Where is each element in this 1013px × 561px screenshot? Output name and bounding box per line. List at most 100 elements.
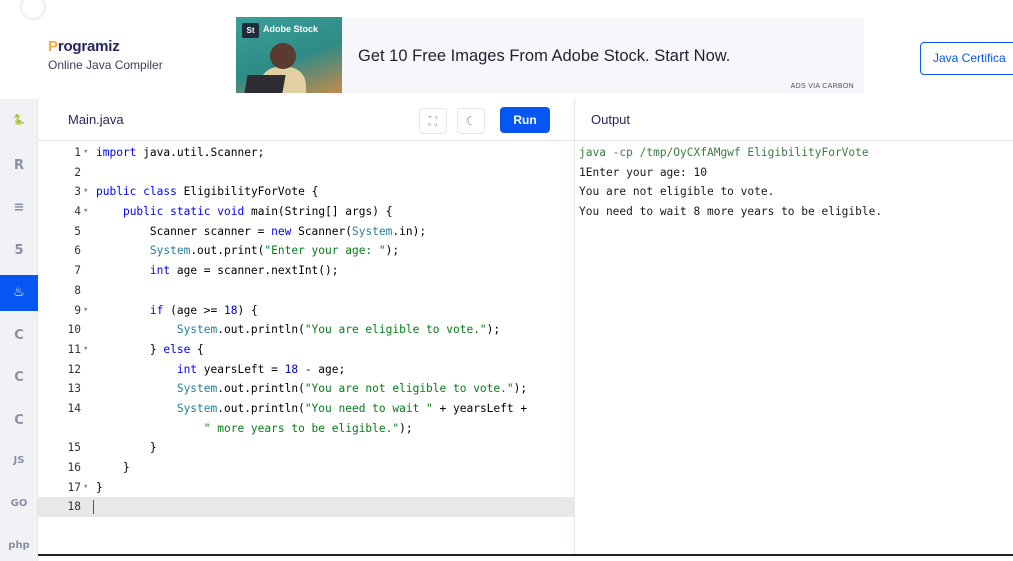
language-cpp[interactable]: C	[0, 360, 38, 396]
fold-toggle-icon[interactable]: ▾	[83, 301, 88, 321]
python-icon: 🐍	[12, 115, 26, 126]
language-csharp[interactable]: C	[0, 403, 38, 439]
code-text[interactable]: }	[96, 478, 103, 498]
code-text[interactable]: int yearsLeft = 18 - age;	[96, 360, 345, 380]
ad-banner[interactable]: St Adobe Stock Get 10 Free Images From A…	[236, 17, 864, 93]
code-line[interactable]: 7 int age = scanner.nextInt();	[38, 261, 574, 281]
brand[interactable]: Programiz Online Java Compiler	[48, 38, 163, 72]
code-line[interactable]: 6 System.out.print("Enter your age: ");	[38, 241, 574, 261]
line-number: 10	[67, 323, 81, 337]
fold-toggle-icon[interactable]: ▾	[83, 340, 88, 360]
code-line[interactable]: 2	[38, 163, 574, 183]
language-php[interactable]: php	[0, 530, 38, 561]
go-icon: GO	[10, 497, 28, 509]
pane-divider[interactable]	[574, 99, 575, 555]
code-line[interactable]: 14 System.out.println("You need to wait …	[38, 399, 574, 419]
output-label: Output	[591, 112, 631, 127]
code-text[interactable]: } else {	[96, 340, 204, 360]
language-sql[interactable]: ≡	[0, 190, 38, 226]
code-line[interactable]: 10 System.out.println("You are eligible …	[38, 320, 574, 340]
line-number: 18	[67, 500, 81, 514]
code-line[interactable]: 11 ▾ } else {	[38, 340, 574, 360]
ad-brand-label: Adobe Stock	[263, 24, 319, 34]
c-icon: C	[14, 327, 24, 343]
code-line[interactable]: 8	[38, 281, 574, 301]
editor-tabbar: Main.java ⛶ ☾ Run	[38, 99, 574, 141]
code-line[interactable]: 16 }	[38, 458, 574, 478]
code-text[interactable]: if (age >= 18) {	[96, 301, 258, 321]
line-number: 13	[67, 382, 81, 396]
output-header: Output	[575, 99, 1013, 141]
certification-button[interactable]: Java Certifica	[920, 42, 1013, 75]
faded-logo-icon	[20, 0, 46, 20]
code-line[interactable]: 18	[38, 497, 574, 518]
language-c[interactable]: C	[0, 318, 38, 354]
line-number: 6	[74, 244, 81, 258]
line-number: 7	[74, 264, 81, 278]
language-r[interactable]: R	[0, 148, 38, 184]
ad-image[interactable]: St Adobe Stock	[236, 17, 342, 93]
php-icon: php	[8, 540, 30, 551]
brand-name: Programiz	[48, 38, 120, 55]
code-text[interactable]: import java.util.Scanner;	[96, 143, 264, 163]
code-line[interactable]: 15 }	[38, 438, 574, 458]
line-number: 14	[67, 401, 81, 415]
code-text[interactable]: " more years to be eligible.");	[96, 419, 413, 439]
code-line[interactable]: 13 System.out.println("You are not eligi…	[38, 379, 574, 399]
language-python[interactable]: 🐍	[0, 105, 38, 141]
code-text[interactable]: }	[96, 458, 130, 478]
fold-toggle-icon[interactable]: ▾	[83, 202, 88, 222]
javascript-icon: JS	[13, 455, 25, 466]
sql-icon: ≡	[13, 200, 25, 215]
file-tab[interactable]: Main.java	[68, 112, 124, 127]
brand-subtitle: Online Java Compiler	[48, 58, 163, 72]
line-number: 11	[67, 342, 81, 356]
code-line[interactable]: 12 int yearsLeft = 18 - age;	[38, 360, 574, 380]
csharp-icon: C	[14, 412, 24, 428]
code-text[interactable]: System.out.println("You are not eligible…	[96, 379, 527, 399]
language-javascript[interactable]: JS	[0, 445, 38, 481]
code-line[interactable]: 17 ▾}	[38, 478, 574, 498]
text-cursor	[93, 500, 94, 515]
code-text[interactable]: }	[96, 438, 157, 458]
ad-laptop	[244, 75, 286, 93]
code-text[interactable]: public class EligibilityForVote {	[96, 182, 318, 202]
ad-person-head	[270, 43, 296, 69]
adobe-stock-badge: St	[242, 23, 259, 38]
bottom-border	[38, 554, 1013, 556]
fullscreen-icon[interactable]: ⛶	[419, 108, 447, 134]
code-line[interactable]: " more years to be eligible.");	[38, 419, 574, 439]
line-number: 8	[74, 283, 81, 297]
faded-top-strip	[0, 0, 1013, 20]
code-text[interactable]: Scanner scanner = new Scanner(System.in)…	[96, 222, 426, 242]
line-number: 17	[67, 480, 81, 494]
ad-via-label[interactable]: ADS VIA CARBON	[791, 83, 854, 90]
code-text[interactable]: System.out.println("You are eligible to …	[96, 320, 500, 340]
theme-moon-icon[interactable]: ☾	[457, 108, 485, 134]
code-line[interactable]: 1 ▾ import java.util.Scanner;	[38, 143, 574, 163]
ad-headline[interactable]: Get 10 Free Images From Adobe Stock. Sta…	[358, 47, 730, 66]
code-editor[interactable]: 1 ▾ import java.util.Scanner; 2 3 ▾ public cla…	[38, 143, 574, 553]
output-line: java -cp /tmp/OyCXfAMgwf EligibilityForV…	[579, 146, 869, 159]
code-text[interactable]: System.out.print("Enter your age: ");	[96, 241, 399, 261]
line-number: 9	[74, 303, 81, 317]
output-console[interactable]: java -cp /tmp/OyCXfAMgwf EligibilityForV…	[579, 143, 882, 222]
line-number: 16	[67, 461, 81, 474]
language-html[interactable]: 5	[0, 233, 38, 269]
code-text[interactable]: int age = scanner.nextInt();	[96, 261, 339, 281]
code-line[interactable]: 9 ▾ if (age >= 18) {	[38, 301, 574, 321]
fold-toggle-icon[interactable]: ▾	[83, 182, 88, 202]
code-line[interactable]: 4 ▾ public static void main(String[] args…	[38, 202, 574, 222]
code-line[interactable]: 5 Scanner scanner = new Scanner(System.i…	[38, 222, 574, 242]
language-go[interactable]: GO	[0, 488, 38, 524]
code-text[interactable]: System.out.println("You need to wait " +…	[96, 399, 527, 419]
line-number: 3	[74, 185, 81, 199]
output-line: You need to wait 8 more years to be elig…	[579, 205, 883, 219]
run-button[interactable]: Run	[500, 107, 550, 133]
language-java[interactable]: ♨	[0, 275, 38, 311]
r-icon: R	[13, 157, 24, 173]
fold-toggle-icon[interactable]: ▾	[83, 478, 88, 498]
code-line[interactable]: 3 ▾ public class EligibilityForVote {	[38, 182, 574, 202]
code-text[interactable]: public static void main(String[] args) {	[96, 202, 392, 222]
fold-toggle-icon[interactable]: ▾	[83, 143, 88, 163]
